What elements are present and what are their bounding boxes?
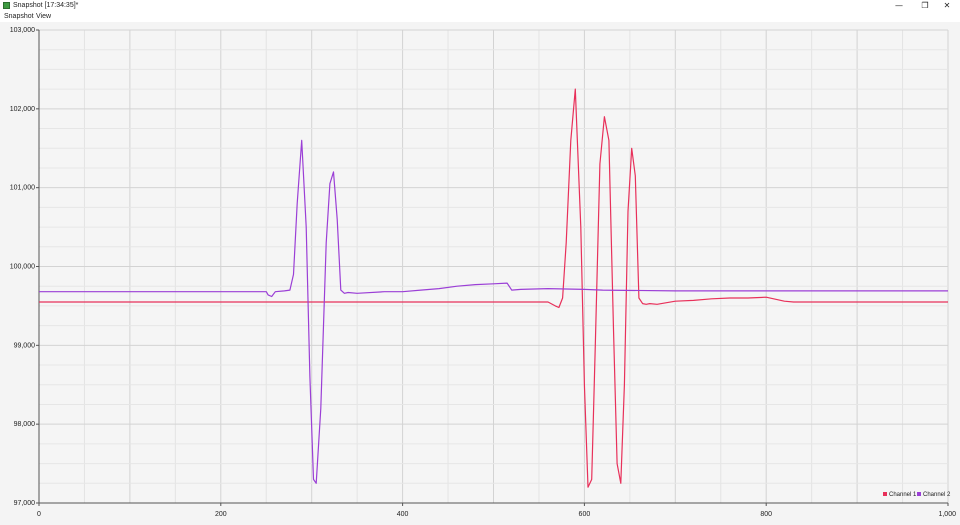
y-tick-label: 99,000 xyxy=(14,342,36,349)
chart-area: 97,000 98,000 99,000 100,000 101,000 102,000 1… xyxy=(0,22,960,525)
close-button[interactable]: ✕ xyxy=(934,0,960,11)
x-tick-label: 600 xyxy=(579,511,591,518)
y-tick-label: 97,000 xyxy=(14,500,36,507)
menu-view[interactable]: View xyxy=(36,11,51,22)
y-tick-label: 101,000 xyxy=(10,185,35,192)
menu-bar: Snapshot View xyxy=(0,11,960,22)
x-tick-label: 1,000 xyxy=(938,511,956,518)
menu-snapshot[interactable]: Snapshot xyxy=(4,11,34,22)
legend-label-2: Channel 2 xyxy=(923,492,951,498)
title-bar: Snapshot [17:34:35]* — ❐ ✕ xyxy=(0,0,960,11)
legend-swatch-2 xyxy=(917,492,921,496)
minimize-button[interactable]: — xyxy=(886,0,912,11)
x-tick-label: 800 xyxy=(760,511,772,518)
x-tick-label: 200 xyxy=(215,511,227,518)
y-tick-label: 103,000 xyxy=(10,27,35,34)
y-tick-label: 100,000 xyxy=(10,264,35,271)
x-tick-label: 400 xyxy=(397,511,409,518)
y-tick-label: 102,000 xyxy=(10,106,35,113)
x-tick-label: 0 xyxy=(37,511,41,518)
window-title: Snapshot [17:34:35]* xyxy=(13,2,79,9)
legend-label-1: Channel 1 xyxy=(889,492,917,498)
legend-swatch-1 xyxy=(883,492,887,496)
app-icon xyxy=(3,2,10,9)
line-chart: 97,000 98,000 99,000 100,000 101,000 102,000 1… xyxy=(10,27,956,518)
y-tick-label: 98,000 xyxy=(14,421,36,428)
